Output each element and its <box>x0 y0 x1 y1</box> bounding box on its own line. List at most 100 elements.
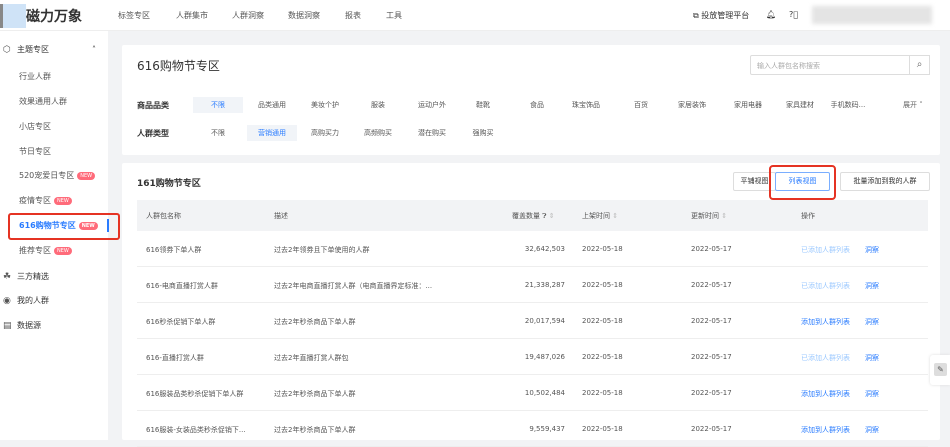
crowd-count: 32,642,503 <box>524 245 565 253</box>
sort-icon: ⇕ <box>612 212 619 220</box>
brand-logo[interactable]: 磁力万象 <box>26 6 82 26</box>
user-account-blurred[interactable] <box>812 6 932 24</box>
add-to-list-link[interactable]: 添加到人群列表 <box>801 389 850 399</box>
platform-link[interactable]: ⧉ 投放管理平台 <box>693 10 749 21</box>
sidebar-item-my-crowd[interactable]: ◉ 我的人群 <box>0 289 108 313</box>
highlight-box <box>8 213 120 240</box>
col-action: 操作 <box>801 212 815 220</box>
category-chip[interactable]: 服装 <box>353 97 403 113</box>
edit-float-button[interactable]: ✎ <box>930 355 950 385</box>
pencil-icon: ✎ <box>934 363 947 376</box>
category-chip[interactable]: 家用电器 <box>723 97 773 113</box>
type-chip[interactable]: 强购买 <box>458 125 508 141</box>
category-chip[interactable]: 家具建材 <box>775 97 825 113</box>
add-to-list-link: 已添加人群列表 <box>801 282 850 290</box>
nav-insight[interactable]: 人群洞察 <box>232 10 264 21</box>
new-badge: NEW <box>54 246 72 255</box>
sort-icon: ⇕ <box>548 212 555 220</box>
crowd-name: 616-电商直播打赏人群 <box>146 282 218 290</box>
new-badge: NEW <box>77 171 96 180</box>
listed-date: 2022-05-18 <box>582 281 623 289</box>
nav-tags[interactable]: 标签专区 <box>118 10 150 21</box>
listed-date: 2022-05-18 <box>582 317 623 325</box>
sidebar-item-festival[interactable]: 节日专区 <box>0 140 108 164</box>
category-chip[interactable]: 鞋靴 <box>458 97 508 113</box>
category-chip[interactable]: 品类通用 <box>247 97 297 113</box>
type-chip[interactable]: 高购买力 <box>300 125 350 141</box>
sidebar-item-industry[interactable]: 行业人群 <box>0 65 108 89</box>
sidebar-item-520[interactable]: 520宠爱日专区 NEW <box>0 164 108 188</box>
crowd-count: 9,559,437 <box>529 425 565 433</box>
insight-link[interactable]: 洞察 <box>865 281 879 291</box>
bell-icon[interactable]: 🔔︎ <box>766 10 776 19</box>
category-chip[interactable]: 不限 <box>193 97 243 113</box>
crowd-count: 19,487,026 <box>524 353 565 361</box>
sidebar-item-effect[interactable]: 效果通用人群 <box>0 90 108 114</box>
add-to-list-link[interactable]: 添加到人群列表 <box>801 425 850 435</box>
chevron-down-icon: ˅ <box>917 101 923 109</box>
crowd-desc: 过去2年秒杀商品下单人群 <box>274 318 356 326</box>
listed-date: 2022-05-18 <box>582 245 623 253</box>
crowd-name: 616服装品类秒杀促销下单人群 <box>146 390 244 398</box>
sidebar-item-datasource[interactable]: ▤ 数据源 <box>0 314 108 338</box>
crowd-desc: 过去2年电商直播打赏人群（电商直播界定标准：... <box>274 282 433 290</box>
crowd-name: 616领券下单人群 <box>146 246 202 254</box>
updated-date: 2022-05-17 <box>691 317 732 325</box>
add-to-list-link: 已添加人群列表 <box>801 354 850 362</box>
sidebar-item-epidemic[interactable]: 疫情专区 NEW <box>0 189 108 213</box>
user-circle-icon: ◉ <box>3 296 11 306</box>
col-name: 人群包名称 <box>146 212 181 220</box>
expand-button[interactable]: 展开 ˅ <box>903 100 923 110</box>
chevron-up-icon: ˄ <box>92 45 96 54</box>
nav-tools[interactable]: 工具 <box>386 10 402 21</box>
sidebar-item-recommend[interactable]: 推荐专区 NEW <box>0 239 108 263</box>
updated-date: 2022-05-17 <box>691 281 732 289</box>
page-title: 616购物节专区 <box>137 59 220 73</box>
category-chip[interactable]: 手机数码... <box>823 97 873 113</box>
help-icon: ❓︎ <box>542 212 547 220</box>
insight-link[interactable]: 洞察 <box>865 245 879 255</box>
search-icon[interactable]: ⌕ <box>909 55 930 75</box>
sidebar-item-third-party[interactable]: ☘ 三方精选 <box>0 265 108 289</box>
crowd-desc: 过去2年领券且下单使用的人群 <box>274 246 370 254</box>
sidebar-group-theme[interactable]: ⬡ 主题专区 ˄ <box>0 38 108 62</box>
insight-link[interactable]: 洞察 <box>865 317 879 327</box>
nav-report[interactable]: 报表 <box>345 10 361 21</box>
top-bar: 磁力万象 标签专区 人群集市 人群洞察 数据洞察 报表 工具 ⧉ 投放管理平台 … <box>0 0 950 31</box>
nav-market[interactable]: 人群集市 <box>176 10 208 21</box>
listed-date: 2022-05-18 <box>582 425 623 433</box>
category-chip[interactable]: 家居装饰 <box>667 97 717 113</box>
crowd-desc: 过去2年秒杀商品下单人群 <box>274 390 356 398</box>
add-to-list-link[interactable]: 添加到人群列表 <box>801 317 850 327</box>
crowd-count: 21,338,287 <box>524 281 565 289</box>
col-listed[interactable]: 上架时间 ⇕ <box>582 211 618 221</box>
sort-icon: ⇕ <box>721 212 728 220</box>
category-chip[interactable]: 美妆个护 <box>300 97 350 113</box>
category-chip[interactable]: 珠宝饰品 <box>561 97 611 113</box>
listed-date: 2022-05-18 <box>582 353 623 361</box>
type-chip[interactable]: 营销通用 <box>247 125 297 141</box>
insight-link[interactable]: 洞察 <box>865 389 879 399</box>
batch-add-button[interactable]: 批量添加到我的人群 <box>840 172 930 191</box>
help-icon[interactable]: ?⃝ <box>789 10 798 19</box>
nav-data[interactable]: 数据洞察 <box>288 10 320 21</box>
updated-date: 2022-05-17 <box>691 353 732 361</box>
category-label: 商品品类 <box>137 101 169 110</box>
col-updated[interactable]: 更新时间 ⇕ <box>691 211 727 221</box>
type-chip[interactable]: 不限 <box>193 125 243 141</box>
database-icon: ▤ <box>3 321 12 331</box>
insight-link[interactable]: 洞察 <box>865 425 879 435</box>
type-chip[interactable]: 高频购买 <box>353 125 403 141</box>
col-count[interactable]: 覆盖数量 ❓︎ ⇕ <box>512 211 555 221</box>
type-label: 人群类型 <box>137 129 169 138</box>
type-chip[interactable]: 潜在购买 <box>407 125 457 141</box>
category-chip[interactable]: 百货 <box>616 97 666 113</box>
crowd-count: 10,502,484 <box>524 389 565 397</box>
category-chip[interactable]: 食品 <box>512 97 562 113</box>
col-desc: 描述 <box>274 212 288 220</box>
insight-link[interactable]: 洞察 <box>865 353 879 363</box>
category-chip[interactable]: 运动户外 <box>407 97 457 113</box>
sidebar-item-shop[interactable]: 小店专区 <box>0 115 108 139</box>
search-input[interactable]: 输入人群包名称搜索 <box>750 55 910 75</box>
crowd-desc: 过去2年秒杀商品下单人群 <box>274 426 356 434</box>
